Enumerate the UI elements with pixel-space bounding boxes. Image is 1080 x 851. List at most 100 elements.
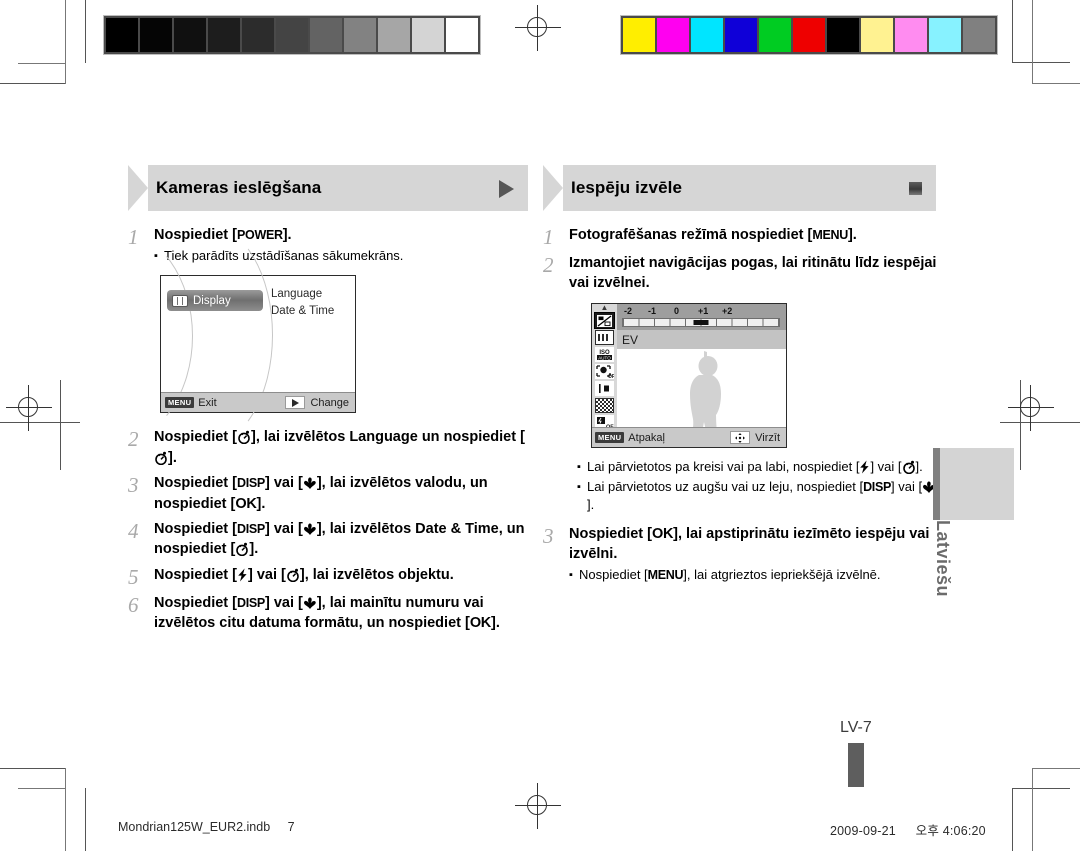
step-number: 2 [543, 253, 554, 277]
color-swatch [929, 18, 961, 52]
timer-icon [235, 542, 249, 560]
footer-time: 오후 4:06:20 [915, 824, 986, 838]
footer-page-number: 7 [287, 820, 295, 834]
banner-notch-left [128, 165, 148, 211]
ev-scale-label: +1 [698, 306, 709, 316]
lcd-menu-item: Language [271, 288, 323, 300]
bullet-icon: ▪ [577, 481, 581, 493]
left-column: Kameras ieslēgšana 1 Nospiediet [POWER]. ▪… [128, 165, 528, 638]
step-text-run: ], lai izvēlētos [250, 429, 350, 445]
flash-icon [859, 460, 870, 476]
camera-lcd-ev-screen: ▲ ISOAUTO OFF OFF ▼ [591, 303, 787, 448]
footer-date: 2009-09-21 [830, 824, 896, 838]
right-steps-list: 1 Fotografēšanas režīmā nospiediet [MENU]… [543, 225, 943, 293]
focus-icon [595, 381, 614, 396]
right-column: Iespēju izvēle 1 Fotografēšanas režīmā no… [543, 165, 943, 589]
crop-mark-top-left [0, 0, 90, 90]
registration-mark-bottom [515, 783, 561, 829]
step-text-run: un nospiediet [ [417, 429, 525, 445]
menu-key-icon: MENU [595, 431, 625, 444]
key-label: MENU [812, 228, 848, 242]
bullet-icon: ▪ [577, 461, 581, 473]
ev-scale-label: 0 [674, 306, 680, 316]
lcd-menu-item: Date & Time [271, 305, 335, 317]
key-label: DISP [236, 476, 265, 490]
crop-mark-bottom-left [0, 760, 90, 851]
decorative-arc [141, 224, 273, 446]
numbered-step: 4 Nospiediet [DISP] vai [], lai izvēlētos… [128, 519, 528, 560]
step-text-run: ] vai [ [891, 479, 923, 494]
color-swatch [657, 18, 689, 52]
color-swatch [793, 18, 825, 52]
footer-timestamp: 2009-09-21 오후 4:06:20 [830, 820, 986, 839]
step-text: Nospiediet [] vai [], lai izvēlētos obje… [154, 565, 528, 586]
page-number-bar [848, 743, 864, 787]
step-number: 3 [128, 473, 139, 497]
lcd-footer-left-label: Atpakaļ [628, 431, 665, 444]
step-body: Nospiediet [] vai [], lai izvēlētos obje… [154, 565, 528, 588]
step-number: 4 [128, 518, 139, 543]
step-text-run: ] vai [ [264, 475, 303, 491]
step-text: Nospiediet [DISP] vai [], lai mainītu nu… [154, 593, 528, 634]
step-body: Nospiediet [DISP] vai [], lai mainītu nu… [154, 593, 528, 634]
color-swatch [140, 18, 172, 52]
left-section-banner: Kameras ieslēgšana [128, 165, 528, 211]
page-number: LV-7 [840, 719, 872, 736]
color-swatch [759, 18, 791, 52]
person-silhouette-icon [689, 351, 721, 428]
timer-icon [902, 460, 916, 476]
language-tab-label: Latviešu [933, 520, 953, 598]
step-text-run: Nospiediet [ [569, 526, 652, 542]
face-detect-off-icon: OFF [595, 364, 614, 379]
lcd-ev-ruler [622, 318, 780, 327]
left-steps-list-continued: 2 Nospiediet [], lai izvēlētos Language u… [128, 427, 528, 633]
step-text-run: Nospiediet [ [154, 566, 237, 583]
key-label: DISP [236, 521, 265, 536]
step-text-run: Fotografēšanas režīmā nospiediet [ [569, 227, 813, 243]
color-swatch [861, 18, 893, 52]
numbered-step: 1 Fotografēšanas režīmā nospiediet [MENU]… [543, 225, 943, 248]
flash-icon [237, 568, 248, 586]
grayscale-calibration-bar [103, 15, 481, 55]
step-text-run: Nospiediet [ [579, 567, 648, 582]
step-text-run: ] vai [ [247, 566, 286, 583]
color-swatch [446, 18, 478, 52]
lcd-footer-bar: MENU Atpakaļ Virzīt [592, 427, 786, 447]
step-text-run: ]. [168, 449, 177, 466]
step-text: Nospiediet [DISP] vai [], lai izvēlētos … [154, 519, 528, 560]
registration-mark-left [6, 385, 52, 431]
color-swatch [276, 18, 308, 52]
footer-file-name: Mondrian125W_EUR2.indb [118, 820, 271, 834]
image-quality-icon [595, 398, 614, 413]
step-text-run: ] vai [ [264, 520, 303, 537]
color-swatch [344, 18, 376, 52]
ev-icon [594, 312, 615, 329]
numbered-step: 2 Izmantojiet navigācijas pogas, lai riti… [543, 253, 943, 293]
step-subtext: ▪ Nospiediet [MENU], lai atgrieztos iepri… [569, 566, 943, 584]
macro-icon [303, 522, 317, 540]
numbered-step: 3 Nospiediet [OK], lai apstiprinātu iezīm… [543, 524, 943, 584]
step-number: 5 [128, 564, 139, 589]
timer-icon [237, 430, 251, 448]
timer-icon [286, 568, 300, 586]
lcd-footer-right-label: Virzīt [755, 431, 780, 444]
color-swatch [310, 18, 342, 52]
right-bullets-list: ▪ Lai pārvietotos pa kreisi vai pa labi, … [577, 458, 943, 514]
color-swatch [106, 18, 138, 52]
step-body: Nospiediet [DISP] vai [], lai izvēlētos … [154, 519, 528, 560]
step-body: Fotografēšanas režīmā nospiediet [MENU]. [569, 225, 943, 248]
step-text: Izmantojiet navigācijas pogas, lai ritin… [569, 253, 943, 293]
step-text-run: Date & Time [415, 520, 499, 537]
lcd-ev-knob [693, 320, 709, 325]
language-tab-block [933, 448, 1014, 520]
left-section-title: Kameras ieslēgšana [156, 178, 322, 197]
step-number: 6 [128, 592, 139, 617]
crop-mark-bottom-right [990, 760, 1080, 851]
macro-icon [303, 596, 317, 614]
step-text: Nospiediet [OK], lai apstiprinātu iezīmē… [569, 524, 943, 564]
step-text-run: ], lai izvēlētos [316, 520, 416, 537]
bullet-icon: ▪ [569, 569, 573, 581]
step-body: Izmantojiet navigācijas pogas, lai ritin… [569, 253, 943, 293]
svg-text:OFF: OFF [608, 374, 614, 379]
color-swatch [208, 18, 240, 52]
